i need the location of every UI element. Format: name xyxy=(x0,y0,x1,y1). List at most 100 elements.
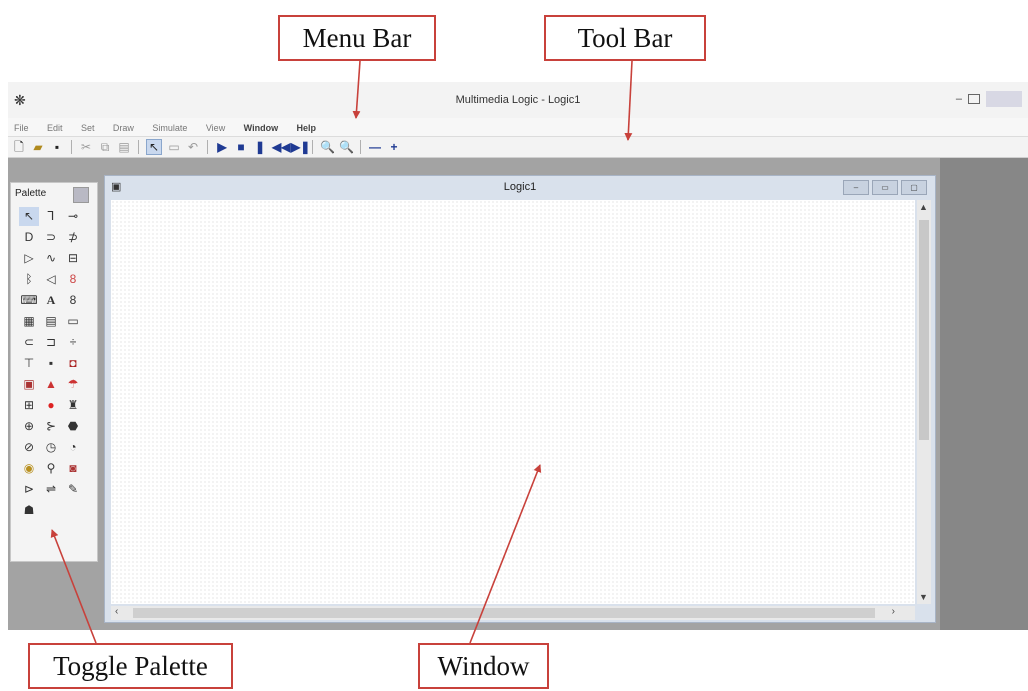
lock-icon[interactable]: ⬣ xyxy=(63,417,83,436)
logic-window[interactable]: ▣ Logic1 – ▭ ▢ ▲ ▼ ‹ › xyxy=(104,175,936,623)
sensor-icon[interactable]: ⊱ xyxy=(41,417,61,436)
toolbar-separator xyxy=(312,140,313,154)
menu-view[interactable]: View xyxy=(206,119,225,137)
pencil-icon[interactable]: ✎ xyxy=(63,480,83,499)
oscillator-icon[interactable]: ∿ xyxy=(41,249,61,268)
vertical-scroll-thumb[interactable] xyxy=(919,220,929,440)
app-title: Multimedia Logic - Logic1 xyxy=(455,94,581,106)
chip-icon[interactable]: ⊞ xyxy=(19,396,39,415)
menu-draw[interactable]: Draw xyxy=(113,119,134,137)
save-icon[interactable]: ▪ xyxy=(50,140,64,154)
menu-edit[interactable]: Edit xyxy=(47,119,63,137)
menu-bar: File Edit Set Draw Simulate View Window … xyxy=(8,118,1028,137)
power-icon[interactable]: ◉ xyxy=(19,459,39,478)
horizontal-scrollbar[interactable]: ‹ › xyxy=(111,606,915,620)
scroll-left-icon[interactable]: ‹ xyxy=(115,606,118,617)
toolbar-separator xyxy=(207,140,208,154)
menu-window[interactable]: Window xyxy=(244,119,278,137)
minimize-icon[interactable]: – xyxy=(956,93,962,105)
new-icon[interactable]: 🗋 xyxy=(12,140,26,154)
toolbar-separator xyxy=(71,140,72,154)
display-icon[interactable]: ▭ xyxy=(63,312,83,331)
keyboard-icon[interactable]: ⌨ xyxy=(19,291,39,310)
buffer-gate-icon[interactable]: ▷ xyxy=(19,249,39,268)
scroll-right-icon[interactable]: › xyxy=(892,606,895,617)
memory-icon[interactable]: ▦ xyxy=(19,312,39,331)
plus-icon[interactable]: + xyxy=(387,140,401,154)
triangle-icon[interactable]: ▲ xyxy=(41,375,61,394)
nor-gate-icon[interactable]: ⊐ xyxy=(41,333,61,352)
wire-tool-icon[interactable]: ⅂ xyxy=(41,207,61,226)
menu-help[interactable]: Help xyxy=(297,119,317,137)
child-restore-button[interactable]: ▭ xyxy=(872,180,898,195)
pointer-tool-icon[interactable]: ↖ xyxy=(19,207,39,226)
child-close-button[interactable]: ▢ xyxy=(901,180,927,195)
close-button[interactable] xyxy=(986,91,1022,107)
stop-icon[interactable]: ■ xyxy=(234,140,248,154)
group-icon[interactable]: ☗ xyxy=(19,501,39,520)
workspace-right-panel xyxy=(940,158,1028,630)
stopwatch-icon[interactable]: ◔ xyxy=(63,438,83,457)
palette-title: Palette xyxy=(15,188,47,199)
select-icon[interactable]: ↖ xyxy=(146,139,162,155)
light-icon[interactable]: ● xyxy=(41,396,61,415)
counter-icon[interactable]: 8 xyxy=(63,270,83,289)
scroll-down-icon[interactable]: ▼ xyxy=(919,592,928,602)
nand-gate-icon[interactable]: ⊂ xyxy=(19,333,39,352)
minus-icon[interactable]: — xyxy=(368,140,382,154)
step-icon[interactable]: ▶❚ xyxy=(291,140,310,154)
title-bar: ❋ Multimedia Logic - Logic1 – xyxy=(8,82,1028,118)
menu-bar-callout: Menu Bar xyxy=(278,15,436,61)
switch-icon[interactable]: ⊟ xyxy=(63,249,83,268)
transfer-icon[interactable]: ⇌ xyxy=(41,480,61,499)
rectangle-icon[interactable]: ▭ xyxy=(167,140,181,154)
pause-icon[interactable]: ❚ xyxy=(253,140,267,154)
play-icon[interactable]: ▶ xyxy=(215,140,229,154)
open-icon[interactable]: ▰ xyxy=(31,140,45,154)
window-controls: – xyxy=(956,91,1022,107)
screen-icon[interactable]: ▪ xyxy=(41,354,61,373)
speaker-icon[interactable]: ◁ xyxy=(41,270,61,289)
connector-tool-icon[interactable]: ⊸ xyxy=(63,207,83,226)
menu-set[interactable]: Set xyxy=(81,119,95,137)
toggle-palette-button[interactable] xyxy=(73,187,89,203)
logic-canvas[interactable] xyxy=(111,200,915,604)
zoom-out-icon[interactable]: 🔍 xyxy=(339,140,354,154)
undo-icon[interactable]: ↶ xyxy=(186,140,200,154)
timer-icon[interactable]: ◷ xyxy=(41,438,61,457)
child-minimize-button[interactable]: – xyxy=(843,180,869,195)
person-icon[interactable]: ⚲ xyxy=(41,459,61,478)
seven-segment-icon[interactable]: 8 xyxy=(63,291,83,310)
probe-icon[interactable]: ⊳ xyxy=(19,480,39,499)
vertical-scrollbar[interactable]: ▲ ▼ xyxy=(917,200,931,604)
or-gate-icon[interactable]: ⊃ xyxy=(41,228,61,247)
ground-icon[interactable]: ⊤ xyxy=(19,354,39,373)
divider-icon[interactable]: ÷ xyxy=(63,333,83,352)
xor-gate-icon[interactable]: ⊅ xyxy=(63,228,83,247)
and-gate-icon[interactable]: D xyxy=(19,228,39,247)
flip-flop-icon[interactable]: ᛒ xyxy=(19,270,39,289)
zoom-in-icon[interactable]: 🔍 xyxy=(320,140,335,154)
logic-window-controls: – ▭ ▢ xyxy=(843,180,927,195)
toggle-palette-callout: Toggle Palette xyxy=(28,643,233,689)
paste-icon[interactable]: ▤ xyxy=(117,140,131,154)
text-tool-icon[interactable]: A xyxy=(41,291,61,310)
register-icon[interactable]: ▤ xyxy=(41,312,61,331)
book-icon[interactable]: ◙ xyxy=(63,459,83,478)
menu-simulate[interactable]: Simulate xyxy=(152,119,187,137)
bell-icon[interactable]: ♜ xyxy=(63,396,83,415)
palette-header: Palette xyxy=(11,183,97,205)
bitmap-icon[interactable]: ▣ xyxy=(19,375,39,394)
tool-bar-callout: Tool Bar xyxy=(544,15,706,61)
robot-icon[interactable]: ⊕ xyxy=(19,417,39,436)
rewind-icon[interactable]: ◀◀ xyxy=(272,140,290,154)
link-icon[interactable]: ⊘ xyxy=(19,438,39,457)
cut-icon[interactable]: ✂ xyxy=(79,140,93,154)
maximize-icon[interactable] xyxy=(968,94,980,104)
menu-file[interactable]: File xyxy=(14,119,29,137)
network-icon[interactable]: ☂ xyxy=(63,375,83,394)
copy-icon[interactable]: ⧉ xyxy=(98,140,112,154)
clock-device-icon[interactable]: ◘ xyxy=(63,354,83,373)
horizontal-scroll-thumb[interactable] xyxy=(133,608,875,618)
scroll-up-icon[interactable]: ▲ xyxy=(919,202,928,212)
